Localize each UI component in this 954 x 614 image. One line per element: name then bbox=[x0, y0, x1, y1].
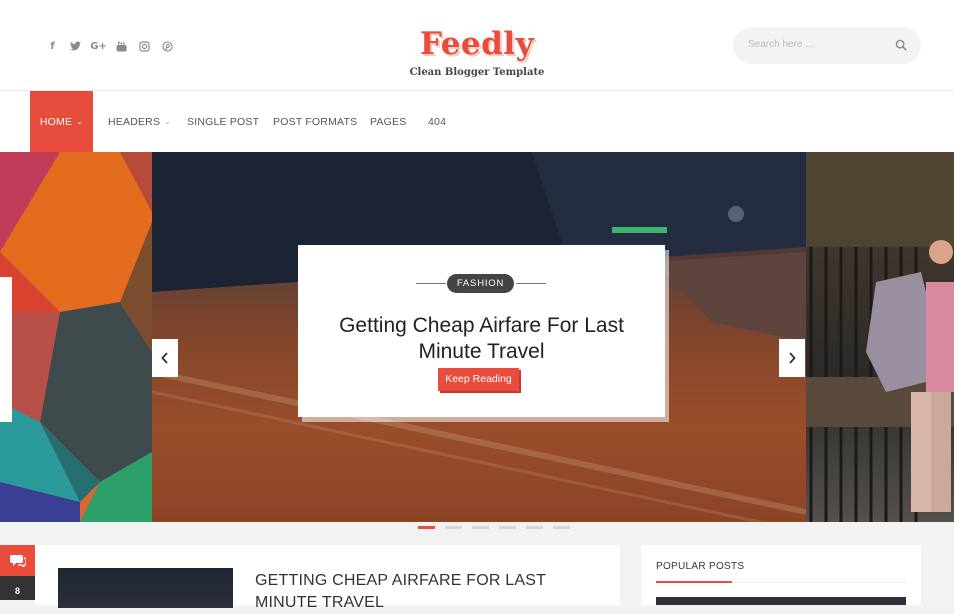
nav-item-home[interactable]: HOME ⌄ bbox=[30, 91, 93, 152]
slider-dot[interactable] bbox=[445, 526, 462, 529]
slider-dot[interactable] bbox=[418, 526, 435, 529]
comments-icon bbox=[9, 555, 26, 567]
divider bbox=[416, 283, 446, 284]
slider-pagination bbox=[0, 526, 954, 530]
chevron-left-icon bbox=[161, 352, 168, 364]
slider-dot[interactable] bbox=[499, 526, 516, 529]
comment-count: 8 bbox=[0, 576, 35, 600]
nav-item-label: HEADERS bbox=[108, 115, 161, 128]
nav-item-headers[interactable]: HEADERS ⌄ bbox=[108, 91, 171, 152]
slider-next-button[interactable] bbox=[779, 339, 805, 377]
nav-item-label: 404 bbox=[428, 115, 447, 128]
nav-item-single-post[interactable]: SINGLE POST bbox=[187, 91, 259, 152]
main-navigation: HOME ⌄ HEADERS ⌄ SINGLE POST POST FORMATS … bbox=[0, 91, 954, 152]
nav-item-label: POST FORMATS bbox=[273, 115, 358, 128]
slider-dot[interactable] bbox=[472, 526, 489, 529]
slider-prev-button[interactable] bbox=[152, 339, 178, 377]
nav-item-label: SINGLE POST bbox=[187, 115, 260, 128]
nav-item-404[interactable]: 404 bbox=[428, 91, 446, 152]
slider-dot[interactable] bbox=[553, 526, 570, 529]
logo-tagline: Clean Blogger Template bbox=[409, 67, 545, 78]
site-header: f G+ Feedly Clean Blogger Template Searc… bbox=[0, 0, 954, 91]
slider-dot[interactable] bbox=[526, 526, 543, 529]
slide-image-previous[interactable] bbox=[0, 152, 152, 522]
post-title[interactable]: GETTING CHEAP AIRFARE FOR LAST MINUTE TR… bbox=[255, 570, 595, 614]
post-meta-strip: 8 bbox=[0, 545, 35, 600]
chevron-down-icon: ⌄ bbox=[164, 117, 172, 126]
chevron-right-icon bbox=[789, 352, 796, 364]
nav-item-label: PAGES bbox=[370, 115, 407, 128]
widget-title: POPULAR POSTS bbox=[656, 561, 745, 572]
keep-reading-button[interactable]: Keep Reading bbox=[438, 368, 519, 391]
popular-posts-widget: POPULAR POSTS bbox=[641, 545, 921, 605]
category-badge[interactable]: FASHION bbox=[447, 274, 514, 293]
slide-headline[interactable]: Getting Cheap Airfare For Last Minute Tr… bbox=[328, 313, 635, 365]
popular-post-thumbnail[interactable] bbox=[656, 597, 906, 605]
widget-title-underline bbox=[656, 581, 732, 583]
search-box[interactable]: Search here ... bbox=[733, 27, 921, 64]
comments-button[interactable] bbox=[0, 545, 35, 576]
post-thumbnail[interactable] bbox=[58, 568, 233, 608]
chevron-down-icon: ⌄ bbox=[76, 117, 84, 126]
slide-caption-card: FASHION Getting Cheap Airfare For Last M… bbox=[298, 245, 665, 417]
search-icon[interactable] bbox=[895, 39, 907, 51]
slide-image-next[interactable] bbox=[806, 152, 954, 522]
post-card: GETTING CHEAP AIRFARE FOR LAST MINUTE TR… bbox=[35, 545, 620, 611]
nav-item-pages[interactable]: PAGES bbox=[370, 91, 406, 152]
divider bbox=[516, 283, 546, 284]
search-input[interactable]: Search here ... bbox=[748, 39, 814, 50]
nav-item-post-formats[interactable]: POST FORMATS bbox=[273, 91, 357, 152]
nav-item-label: HOME bbox=[39, 115, 73, 128]
